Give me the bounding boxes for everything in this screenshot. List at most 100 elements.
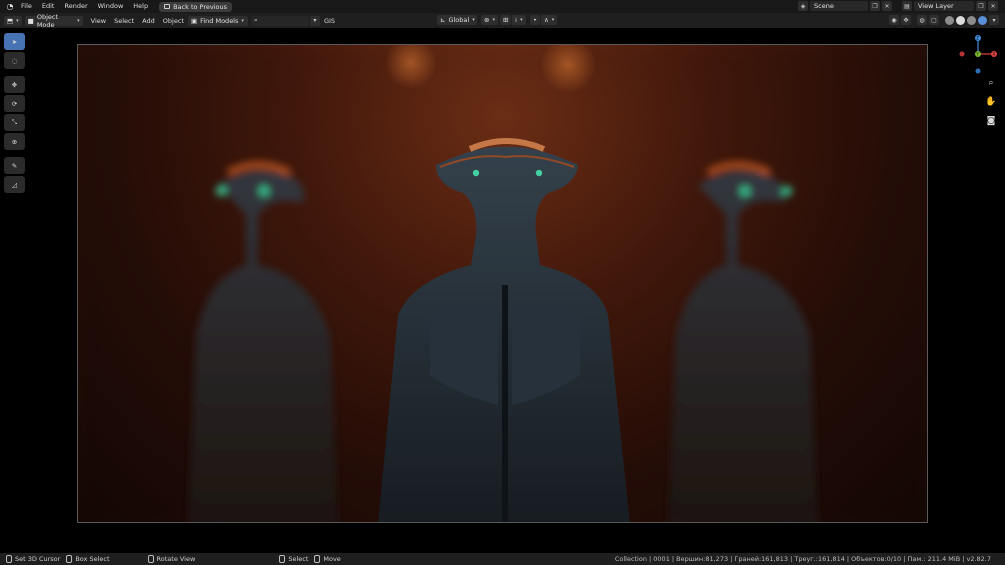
falloff-dropdown[interactable]: ∧ ▾ — [541, 15, 558, 25]
proportional-edit-icon: • — [533, 16, 537, 24]
find-models-icon: ▣ — [190, 16, 198, 25]
status-move: Move — [314, 555, 341, 563]
mode-dropdown[interactable]: ■ Object Mode ▾ — [24, 12, 83, 29]
gizmo-z-label: Z — [976, 36, 979, 41]
material-shading-icon[interactable] — [967, 15, 976, 25]
menu-help[interactable]: Help — [128, 0, 153, 13]
screen-icon — [164, 4, 171, 9]
xray-icon[interactable]: ▢ — [929, 15, 939, 25]
mouse-left-icon — [6, 555, 12, 563]
wireframe-shading-icon[interactable] — [945, 15, 954, 25]
chevron-down-icon: ▾ — [492, 17, 495, 23]
viewport-header: ⬒ ▾ ■ Object Mode ▾ View Select Add Objec… — [0, 12, 1005, 29]
header-menu-select[interactable]: Select — [110, 17, 138, 25]
measure-tool-button[interactable]: ◿ — [4, 176, 25, 193]
ruler-icon: ◿ — [12, 180, 17, 189]
header-right-tools: ◉ ✥ ◍ ▢ ▾ — [889, 15, 999, 25]
solid-shading-icon[interactable] — [956, 15, 965, 25]
header-menu-view[interactable]: View — [87, 17, 110, 25]
rotate-tool-button[interactable]: ⟳ — [4, 95, 25, 112]
scale-tool-button[interactable]: ⤡ — [4, 114, 25, 131]
3d-viewport[interactable] — [0, 28, 1005, 553]
gizmo-x-label: X — [993, 52, 996, 57]
chevron-down-icon: ▾ — [241, 17, 244, 24]
chevron-down-icon: ▾ — [520, 17, 523, 23]
cursor-arrow-icon: ➤ — [11, 37, 18, 46]
move-tool-button[interactable]: ✥ — [4, 76, 25, 93]
overlays-icon[interactable]: ◍ — [917, 15, 927, 25]
camera-render-view — [77, 44, 928, 523]
orientation-icon: ⊾ — [440, 16, 446, 24]
delete-view-layer-icon[interactable]: ✕ — [988, 1, 998, 11]
proportional-edit-toggle[interactable]: • — [530, 15, 540, 25]
viewport-nav-buttons: ⌕ ✋ ◙ — [984, 76, 998, 128]
blender-logo-icon[interactable]: ◔ — [4, 1, 16, 13]
gizmo-y-label: Y — [975, 52, 979, 57]
header-menu-gis[interactable]: GIS — [320, 17, 339, 25]
scale-icon: ⤡ — [11, 118, 18, 126]
transform-orientation-dropdown[interactable]: ⊾ Global ▾ — [437, 15, 477, 25]
cursor-tool-button[interactable]: ◌ — [4, 52, 25, 69]
scene-icon[interactable]: ◈ — [798, 1, 808, 11]
zoom-icon[interactable]: ⌕ — [984, 76, 998, 90]
object-mode-icon: ■ — [27, 16, 34, 25]
render-image — [78, 45, 927, 522]
new-scene-icon[interactable]: ❐ — [870, 1, 880, 11]
mode-label: Object Mode — [36, 12, 58, 29]
mouse-right-icon — [279, 555, 286, 563]
mouse-move-icon — [314, 555, 321, 563]
menu-window[interactable]: Window — [93, 0, 129, 13]
menu-render[interactable]: Render — [59, 0, 92, 13]
status-select-label: Select — [288, 555, 309, 563]
status-bar: Set 3D Cursor Box Select Rotate View Sel… — [0, 553, 1005, 565]
search-input[interactable]: ⌕ — [250, 15, 309, 26]
header-menu-object[interactable]: Object — [159, 17, 188, 25]
editor-type-icon: ⬒ — [7, 16, 14, 25]
orientation-label: Global — [448, 16, 470, 24]
snap-icon: ⊞ — [503, 16, 509, 24]
chevron-down-icon: ▾ — [472, 17, 475, 23]
transform-tool-button[interactable]: ⊕ — [4, 133, 25, 150]
top-menu-bar: ◔ File Edit Render Window Help Back to P… — [0, 0, 1005, 13]
gizmo-neg-z-axis[interactable] — [975, 68, 981, 74]
chevron-down-icon: ▾ — [16, 17, 19, 24]
pan-hand-icon[interactable]: ✋ — [984, 95, 998, 109]
falloff-icon: ∧ — [544, 16, 549, 24]
view-layer-icon[interactable]: ▤ — [902, 1, 912, 11]
menu-file[interactable]: File — [16, 0, 37, 13]
shading-options-icon[interactable]: ▾ — [989, 15, 999, 25]
delete-scene-icon[interactable]: ✕ — [882, 1, 892, 11]
view-layer-selector: ▤ View Layer ❐ ✕ — [902, 1, 998, 11]
gizmo-toggle-icon[interactable]: ✥ — [901, 15, 911, 25]
status-rotate-view-label: Rotate View — [156, 555, 196, 563]
editor-type-dropdown[interactable]: ⬒ ▾ — [4, 15, 22, 26]
visibility-icon[interactable]: ◉ — [889, 15, 899, 25]
status-set-cursor: Set 3D Cursor — [6, 555, 60, 563]
select-tool-button[interactable]: ➤ — [4, 33, 25, 50]
scene-name-field[interactable]: Scene — [810, 1, 868, 11]
rendered-shading-icon[interactable] — [978, 15, 987, 25]
chevron-down-icon: ▾ — [551, 17, 555, 23]
camera-view-icon[interactable]: ◙ — [984, 114, 998, 128]
snap-toggle[interactable]: ⊞ — [500, 15, 512, 25]
navigation-gizmo[interactable]: Z X Y — [955, 34, 1003, 74]
pivot-point-dropdown[interactable]: ⊛ ▾ — [481, 15, 498, 25]
header-menu-add[interactable]: Add — [138, 17, 159, 25]
snap-target-dropdown[interactable]: ⁞ ▾ — [512, 15, 526, 25]
find-models-label: Find Models — [200, 16, 239, 25]
gizmo-neg-x-axis[interactable] — [959, 51, 965, 57]
search-dropdown-icon[interactable]: ▾ — [309, 15, 320, 26]
find-models-dropdown[interactable]: ▣ Find Models ▾ — [187, 15, 248, 26]
transform-icon: ⊕ — [11, 137, 18, 146]
new-view-layer-icon[interactable]: ❐ — [976, 1, 986, 11]
annotate-tool-button[interactable]: ✎ — [4, 157, 25, 174]
3d-cursor-icon: ◌ — [11, 56, 18, 65]
search-icon: ⌕ — [253, 16, 258, 24]
mouse-middle-icon — [147, 555, 154, 563]
view-layer-name-field[interactable]: View Layer — [914, 1, 974, 11]
back-to-previous-button[interactable]: Back to Previous — [159, 1, 233, 12]
mouse-drag-icon — [66, 555, 73, 563]
scene-statistics: Collection | 0001 | Вершин:81,273 | Гран… — [614, 555, 991, 563]
status-box-select: Box Select — [66, 555, 110, 563]
menu-edit[interactable]: Edit — [37, 0, 60, 13]
